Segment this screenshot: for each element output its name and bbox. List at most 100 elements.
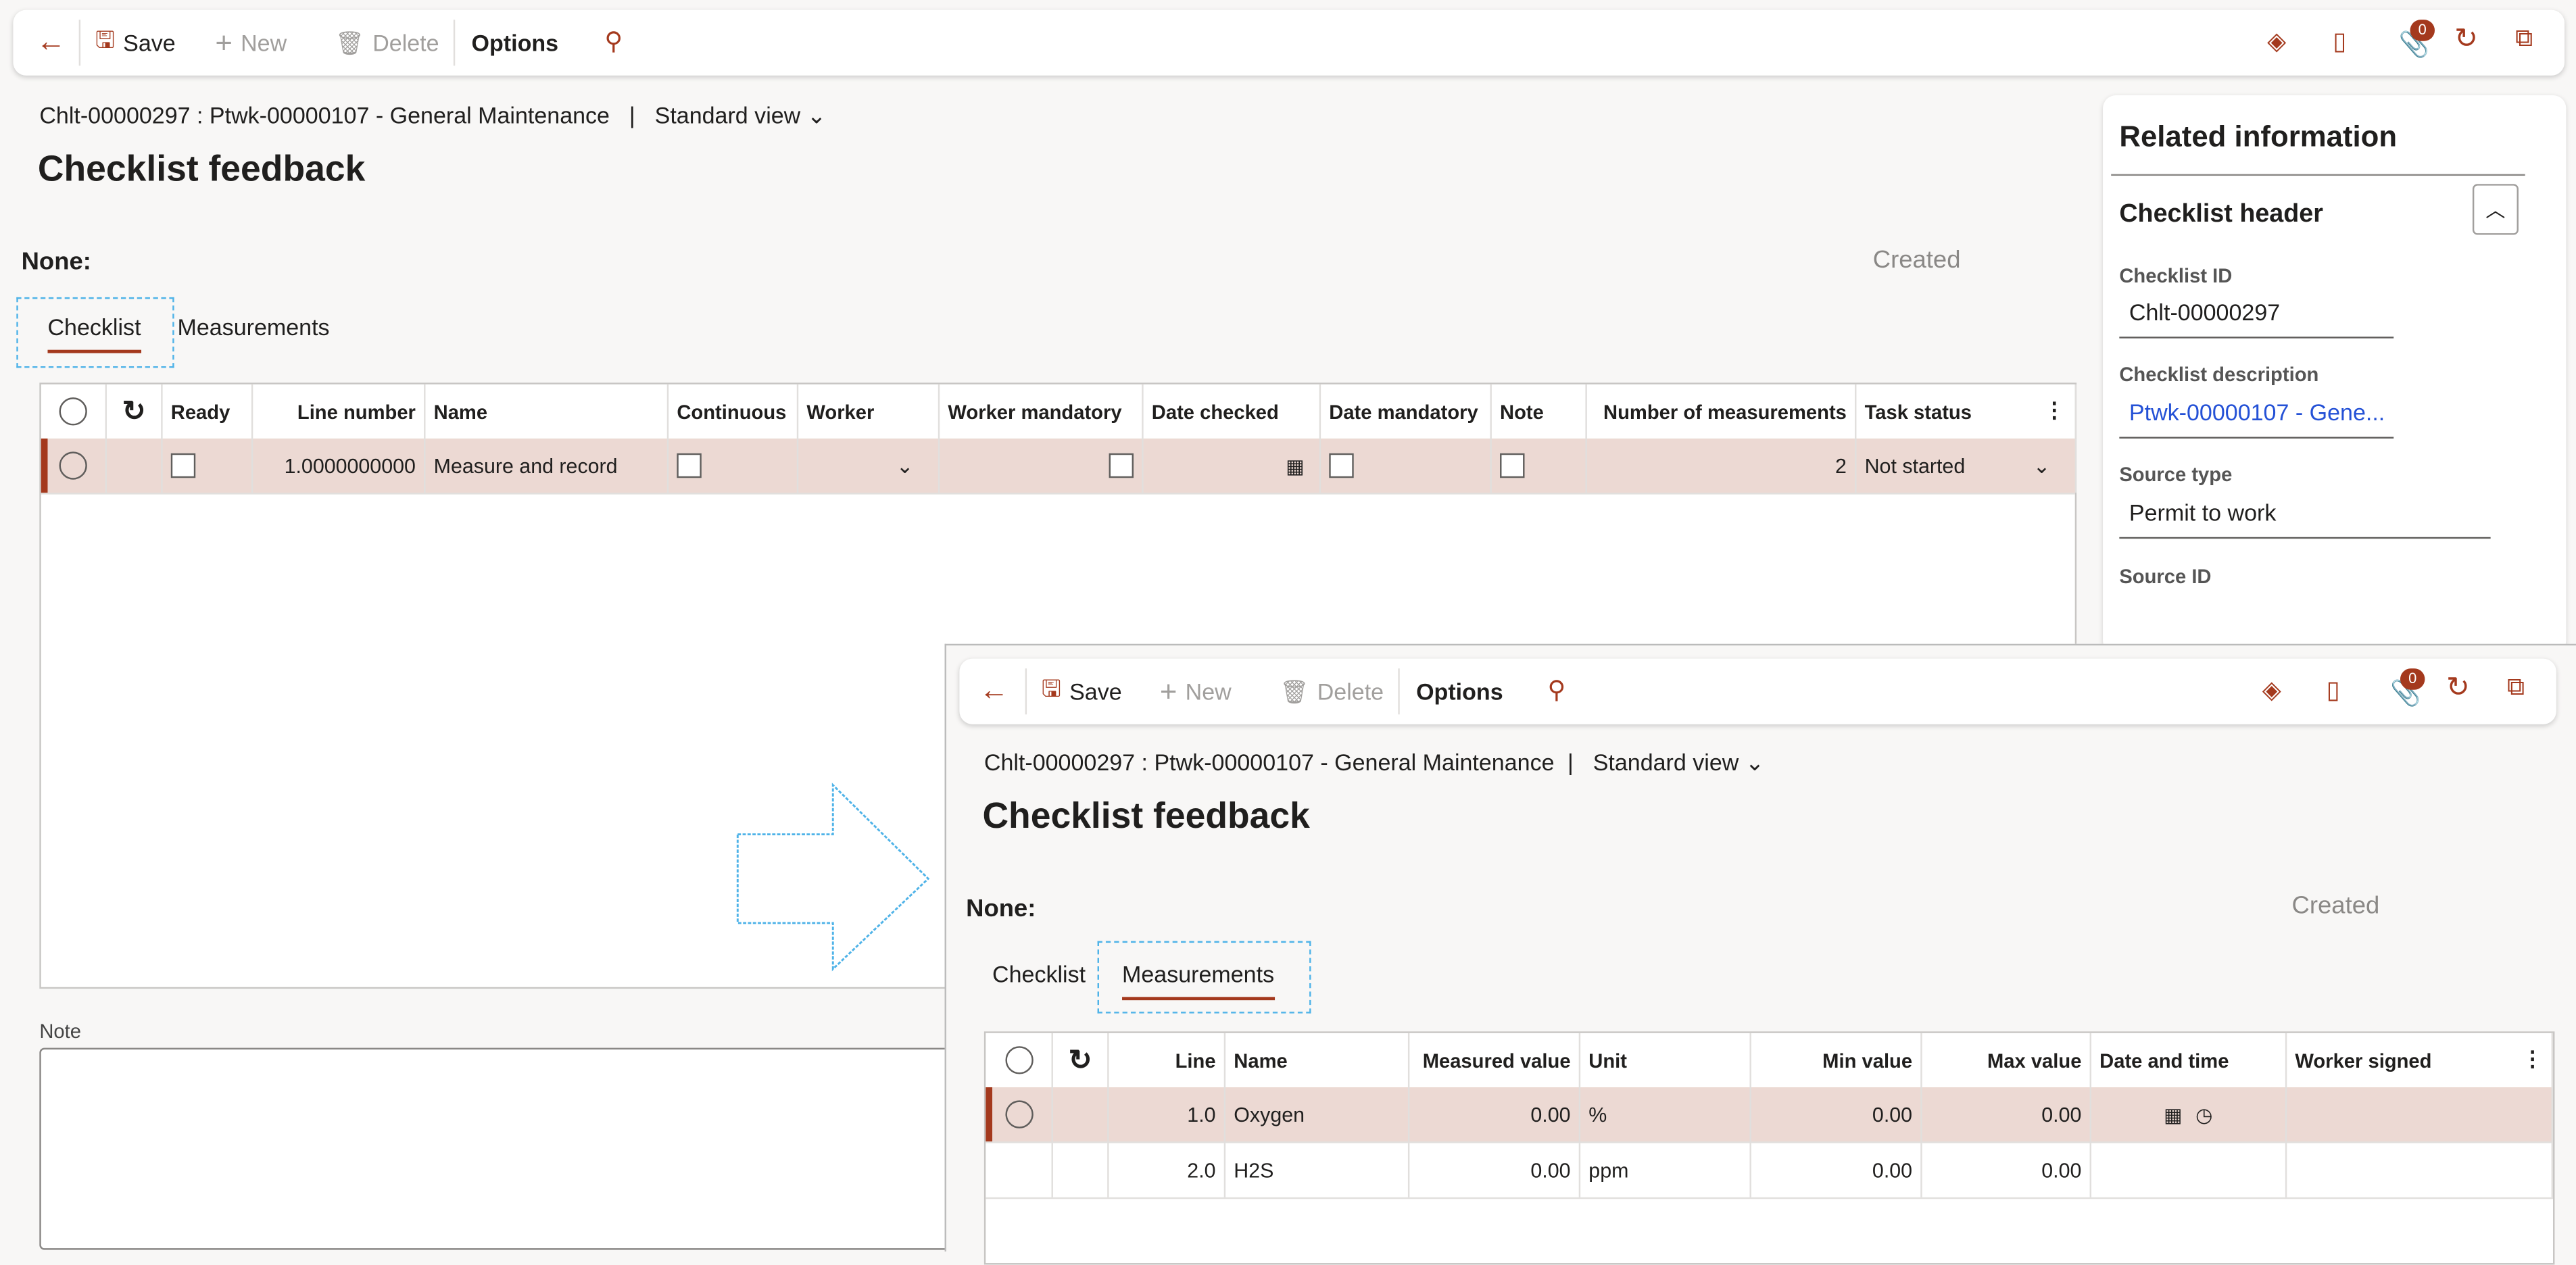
date-and-time-cell [2091,1143,2287,1197]
task-status-cell[interactable]: Not started ⌄ [1856,438,2077,493]
save-icon: 🖫 [95,26,115,53]
attachment-count-badge: 0 [2410,20,2435,41]
calendar-icon[interactable]: ▦ [1286,454,1305,477]
worker-header: Worker [798,384,940,439]
save-icon: 🖫 [1041,674,1061,701]
tab-checklist[interactable]: Checklist [47,314,141,353]
measured-value-cell: 0.00 [1409,1143,1581,1197]
max-value-cell: 0.00 [1922,1087,2092,1142]
checklist-id-label: Checklist ID [2119,264,2233,288]
section-title: Checklist header [2119,200,2323,228]
save-button[interactable]: 🖫 Save [95,10,176,76]
max-value-header: Max value [1922,1033,2092,1087]
clock-icon[interactable]: ◷ [2195,1103,2212,1126]
group-label: None: [966,895,1036,923]
attachment-count-badge: 0 [2400,668,2425,690]
table-row[interactable]: 1.0 Oxygen 0.00% 0.00 0.00 ▦ ◷ [986,1087,2553,1143]
table-row[interactable]: 2.0 H2S 0.00 ppm 0.00 0.00 [986,1143,2553,1199]
row-select-radio[interactable] [59,451,87,480]
options-button[interactable]: Options [1416,659,1503,724]
table-row[interactable]: 1.0000000000 Measure and record ⌄ ▦ 2 Not sta… [41,438,2077,495]
view-selector[interactable]: Standard view ⌄ [655,102,827,128]
checkbox[interactable] [1500,453,1525,478]
search-icon[interactable]: ⚲ [604,26,623,55]
checklist-description-label: Checklist description [2119,363,2319,387]
name-header: Name [425,384,669,439]
note-header: Note [1492,384,1587,439]
refresh-icon[interactable]: ↻ [2446,672,2470,705]
back-arrow-icon[interactable]: ← [979,674,1009,708]
new-button[interactable]: + New [215,10,287,76]
more-options-icon[interactable]: ⋮ [2044,397,2066,424]
worker-mandatory-cell [940,438,1144,493]
source-type-label: Source type [2119,463,2233,487]
refresh-cell [1053,1143,1109,1197]
transition-arrow-icon [736,783,930,972]
chevron-down-icon[interactable]: ⌄ [896,453,930,478]
chevron-down-icon: ⌄ [806,101,827,128]
measured-value-cell: 0.00 [1409,1087,1581,1142]
delete-button[interactable]: 🗑 Delete [1280,659,1384,724]
refresh-icon[interactable]: ↻ [2454,23,2478,56]
back-arrow-icon[interactable]: ← [36,24,66,59]
number-of-measurements-header: Number of measurements [1587,384,1857,439]
checklist-description-link[interactable]: Ptwk-00000107 - Gene... [2119,399,2394,439]
checkbox[interactable] [677,453,702,478]
group-label: None: [21,248,91,276]
delete-button[interactable]: 🗑 Delete [335,10,439,76]
related-information-pane: Related information Checklist header ︿ C… [2103,95,2567,654]
breadcrumb: Chlt-00000297 : Ptwk-00000107 - General … [983,749,1765,776]
office-icon[interactable]: ▯ [2327,675,2340,704]
checkbox[interactable] [1329,453,1354,478]
note-textarea[interactable] [39,1047,963,1250]
checkbox[interactable] [1109,453,1134,478]
open-in-new-window-icon[interactable]: ⧉ [2515,24,2533,52]
measurements-screenshot: ← 🖫 Save + New 🗑 Delete Options ⚲ ◈ ▯ 📎 0 ↻… [944,643,2576,1265]
open-in-new-window-icon[interactable]: ⧉ [2507,674,2525,701]
checklist-id-field[interactable]: Chlt-00000297 [2119,299,2394,339]
line-cell: 2.0 [1109,1143,1226,1197]
min-value-cell: 0.00 [1751,1087,1922,1142]
date-mandatory-cell [1321,438,1492,493]
collapse-button[interactable]: ︿ [2472,184,2519,235]
chevron-down-icon[interactable]: ⌄ [2033,453,2067,478]
name-cell: Measure and record [425,438,669,493]
options-button[interactable]: Options [472,10,559,76]
tab-measurements[interactable]: Measurements [177,314,329,340]
continuous-header: Continuous [669,384,799,439]
date-and-time-header: Date and time [2091,1033,2287,1087]
grid-header-row: ↻ Line Name Measured value Unit Min value Max … [986,1033,2553,1089]
line-header: Line [1109,1033,1226,1087]
unit-cell: % [1580,1087,1751,1142]
select-all-radio[interactable] [59,397,87,426]
view-selector[interactable]: Standard view ⌄ [1593,749,1765,775]
power-apps-icon[interactable]: ◈ [2267,26,2286,55]
date-and-time-cell[interactable]: ▦ ◷ [2091,1087,2287,1142]
date-checked-cell[interactable]: ▦ [1144,438,1321,493]
checkbox[interactable] [170,453,196,478]
calendar-icon[interactable]: ▦ [2164,1103,2183,1126]
worker-cell[interactable]: ⌄ [798,438,940,493]
row-select-radio[interactable] [1004,1100,1033,1128]
source-type-field[interactable]: Permit to work [2119,499,2491,539]
save-button[interactable]: 🖫 Save [1042,659,1122,724]
measurements-grid: ↻ Line Name Measured value Unit Min value Max … [983,1031,2555,1265]
related-information-title: Related information [2119,120,2398,153]
min-value-cell: 0.00 [1751,1143,1922,1197]
select-all-radio[interactable] [1004,1046,1033,1074]
new-button[interactable]: + New [1160,659,1232,724]
select-cell [41,438,107,493]
tab-measurements[interactable]: Measurements [1122,961,1274,1001]
page-title: Checklist feedback [37,147,366,189]
refresh-header: ↻ [107,384,163,439]
office-icon[interactable]: ▯ [2333,26,2346,55]
refresh-icon[interactable]: ↻ [1069,1044,1092,1077]
plus-icon: + [1159,674,1177,708]
search-icon[interactable]: ⚲ [1548,675,1566,704]
tab-checklist[interactable]: Checklist [992,961,1086,987]
line-number-cell: 1.0000000000 [253,438,426,493]
more-options-icon[interactable]: ⋮ [2522,1046,2544,1072]
grid-header-row: ↻ Ready Line number Name Continuous Worker Wor… [41,384,2077,441]
refresh-icon[interactable]: ↻ [122,395,146,428]
power-apps-icon[interactable]: ◈ [2262,675,2281,704]
